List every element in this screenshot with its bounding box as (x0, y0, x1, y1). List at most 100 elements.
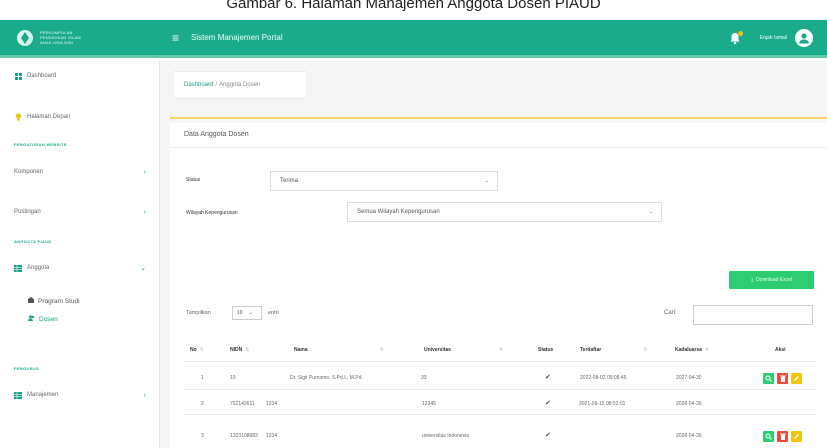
cell-nidn: 10 (230, 375, 236, 381)
trash-icon (779, 375, 786, 382)
cell-universitas: 33 (421, 375, 427, 381)
wilayah-label: Wilayah Kepengurusan (186, 210, 238, 216)
check-icon: ✔ (545, 432, 551, 439)
edit-button[interactable] (791, 431, 802, 442)
dashboard-icon (14, 72, 22, 80)
lightbulb-icon (14, 113, 22, 121)
brand-text: PERKUMPULAN PENDIDIKAN ISLAM ANAK USIA D… (40, 30, 81, 45)
chevron-down-icon: ⌄ (248, 310, 253, 316)
building-icon (28, 297, 34, 305)
sidebar: Dashboard Halaman Depan PENGATURAN WEBSI… (0, 61, 160, 448)
sidebar-item-label: Manajemen (27, 392, 59, 398)
hamburger-icon[interactable]: ≡ (172, 31, 179, 45)
th-nama[interactable]: Nama ⇅ (294, 347, 384, 353)
notification-button[interactable] (728, 30, 743, 45)
brand-logo-icon (17, 29, 33, 46)
cell-nama: Dr. Sigit Purnomo, S.Pd.I., M.Pd. (290, 375, 363, 381)
check-icon: ✔ (545, 374, 551, 381)
accent-divider (170, 117, 827, 119)
sidebar-section-website: PENGATURAN WEBSITE (14, 142, 67, 147)
delete-button[interactable] (777, 431, 788, 442)
sidebar-item-halaman-depan[interactable]: Halaman Depan (0, 108, 160, 126)
cell-nama: 1234 (266, 401, 278, 407)
chevron-right-icon: › (143, 168, 146, 176)
row-divider (185, 414, 815, 415)
chevron-down-icon: ⌄ (484, 178, 489, 184)
sidebar-item-postingan[interactable]: Postingan › (0, 203, 160, 221)
status-label: Status (186, 177, 201, 183)
view-button[interactable] (763, 431, 774, 442)
check-icon: ✔ (545, 400, 551, 407)
search-icon (765, 375, 772, 382)
cell-no: 3 (201, 433, 204, 439)
sidebar-item-label: Postingan (14, 209, 41, 215)
sidebar-section-pengurus: PENGURUS (14, 366, 40, 371)
user-avatar[interactable] (795, 28, 813, 47)
breadcrumb-current: Anggota Dosen (219, 82, 261, 88)
sidebar-item-dashboard[interactable]: Dashboard (0, 67, 160, 85)
th-no[interactable]: No ⇅ (190, 347, 204, 353)
cell-no: 1 (201, 375, 204, 381)
top-navbar: PERKUMPULAN PENDIDIKAN ISLAM ANAK USIA D… (0, 20, 827, 58)
sidebar-item-komponen[interactable]: Komponen › (0, 163, 160, 181)
cell-terdaftar: 2022-08-02 09:08:46 (580, 375, 627, 381)
search-label: Cari: (664, 310, 677, 316)
brand-line-3: ANAK USIA DINI (40, 40, 74, 45)
wilayah-select-value: Semua Wilayah Kepengurusan (357, 209, 440, 215)
entries-label: entri (268, 310, 279, 316)
chevron-down-icon: ⌄ (648, 209, 653, 215)
th-aksi: Aksi (775, 347, 786, 353)
pencil-icon (794, 434, 799, 439)
pencil-icon (794, 376, 799, 381)
show-entries-label: Tampilkan (186, 310, 211, 316)
breadcrumb-home-link[interactable]: Dashboard (184, 82, 213, 88)
th-terdaftar[interactable]: Terdaftar ⇅ (580, 347, 648, 353)
th-kadaluarsa[interactable]: Kadaluarsa ⇅ (675, 347, 709, 353)
view-button[interactable] (763, 373, 774, 384)
sidebar-item-label: Halaman Depan (27, 114, 71, 120)
cell-kadaluarsa: 2028-04-30 (676, 433, 702, 439)
sidebar-item-anggota[interactable]: Anggota ⌄ (0, 259, 160, 277)
table-header-divider (185, 361, 815, 362)
chevron-right-icon: › (143, 391, 146, 399)
breadcrumb: Dashboard / Anggota Dosen (173, 71, 307, 99)
table-icon (14, 391, 22, 399)
cell-universitas: 12345 (422, 401, 436, 407)
sidebar-item-label: Komponen (14, 169, 44, 175)
card-divider (170, 147, 827, 148)
figure-caption: Gambar 6. Halaman Manajemen Anggota Dose… (226, 0, 601, 12)
entries-length-value: 10 (237, 310, 243, 316)
wilayah-select[interactable]: Semua Wilayah Kepengurusan ⌄ (347, 202, 662, 222)
status-select[interactable]: Terima ⌄ (270, 171, 498, 191)
search-input[interactable] (693, 305, 813, 325)
status-select-value: Terima (280, 178, 299, 184)
sidebar-subitem-dosen[interactable]: Dosen (28, 315, 58, 323)
cell-nama: 1234 (266, 433, 278, 439)
cell-nidn: 762142611 (230, 401, 255, 407)
sidebar-subitem-label: Dosen (39, 315, 58, 323)
chevron-down-icon: ⌄ (140, 265, 146, 272)
user-name[interactable]: Enjah Ismail (760, 35, 787, 41)
th-nidn[interactable]: NIDN ⇅ (230, 347, 249, 353)
cell-universitas: universitas Indonesia (422, 433, 469, 439)
notification-badge (737, 30, 743, 36)
edit-button[interactable] (791, 373, 802, 384)
sidebar-subitem-program-studi[interactable]: Program Studi (28, 297, 80, 305)
trash-icon (779, 433, 786, 440)
search-icon (765, 433, 772, 440)
cell-nidn: 1203108683 (230, 433, 258, 439)
th-status[interactable]: Status (538, 347, 553, 353)
user-circle-icon (799, 32, 809, 43)
th-universitas[interactable]: Universitas ⇅ (424, 347, 503, 353)
card-title: Data Anggota Dosen (184, 131, 249, 138)
sidebar-item-manajemen[interactable]: Manajemen › (0, 386, 160, 404)
cell-terdaftar: 2021-09-15 08:52:01 (579, 401, 626, 407)
delete-button[interactable] (777, 373, 788, 384)
cell-no: 2 (201, 401, 204, 407)
entries-length-select[interactable]: 10 ⌄ (232, 306, 262, 320)
table-icon (14, 264, 22, 272)
download-excel-button[interactable]: ⤓ Download Excel (729, 271, 814, 289)
breadcrumb-separator: / (215, 82, 218, 88)
row-divider (185, 389, 815, 390)
brand[interactable]: PERKUMPULAN PENDIDIKAN ISLAM ANAK USIA D… (0, 20, 160, 55)
